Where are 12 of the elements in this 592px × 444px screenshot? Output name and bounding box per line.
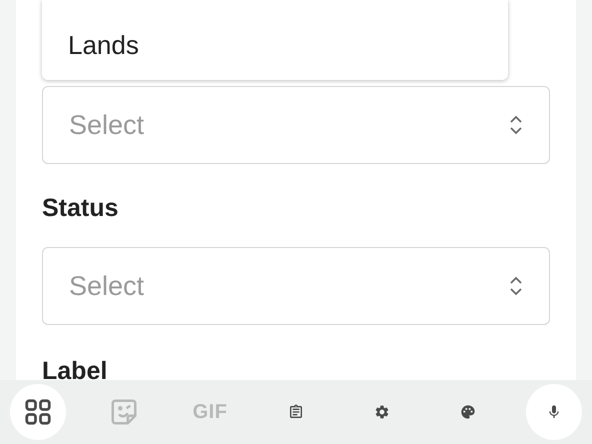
select-field[interactable]: Select [42,86,550,164]
menu-option[interactable]: Lands [42,32,508,58]
palette-icon [460,404,476,420]
field-label: Status [42,196,120,221]
field-label: Label [42,359,108,384]
select-field[interactable]: Select [42,247,550,325]
up-down-chevron-icon [508,275,524,297]
settings-icon [374,404,390,420]
up-down-chevron-icon [508,114,524,136]
grid-icon [23,397,53,427]
clipboard-icon [288,404,304,420]
sticker-icon [109,397,139,427]
